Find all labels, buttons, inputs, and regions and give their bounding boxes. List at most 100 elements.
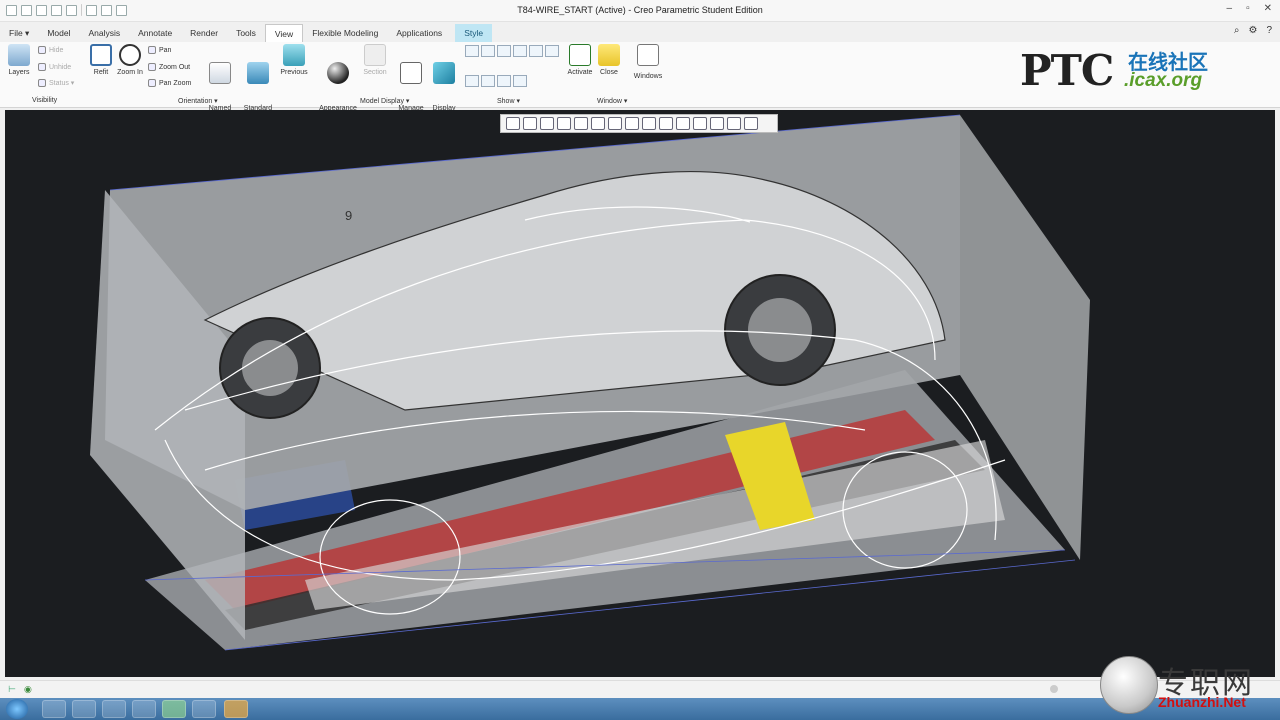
menu-bar: File ▾ Model Analysis Annotate Render To… xyxy=(0,24,1280,42)
help-icon[interactable]: ? xyxy=(1266,25,1272,36)
status-button[interactable]: Status ▾ xyxy=(38,79,74,87)
tab-model[interactable]: Model xyxy=(38,24,79,42)
activate-button[interactable]: Activate xyxy=(566,44,594,77)
point-tag-icon[interactable] xyxy=(497,75,511,87)
tab-annotate[interactable]: Annotate xyxy=(129,24,181,42)
tab-style[interactable]: Style xyxy=(455,24,493,42)
search-icon[interactable]: ⌕ xyxy=(1234,25,1240,36)
datum-display-icon[interactable] xyxy=(642,117,656,130)
taskbar-app-5[interactable] xyxy=(162,700,186,718)
spin-center-icon[interactable] xyxy=(545,45,559,57)
close-button[interactable]: Close xyxy=(596,44,622,77)
previous-label: Previous xyxy=(280,69,308,76)
status-bar: ⊢ ◉ xyxy=(0,680,1280,698)
csys-tag-icon[interactable] xyxy=(513,75,527,87)
activate-icon xyxy=(569,44,591,66)
tab-tools[interactable]: Tools xyxy=(227,24,265,42)
named-views-icon xyxy=(209,62,231,84)
spin-center-toolbar-icon[interactable] xyxy=(659,117,673,130)
view-manager-icon[interactable] xyxy=(625,117,639,130)
zoom-out-label: Zoom Out xyxy=(159,63,191,71)
close-icon[interactable]: ✕ xyxy=(1264,3,1272,14)
model-tree-toggle-icon[interactable]: ⊢ xyxy=(8,684,16,695)
settings-icon[interactable]: ⚙ xyxy=(1248,25,1257,36)
layers-toolbar-icon[interactable] xyxy=(727,117,741,130)
maximize-icon[interactable]: ▫ xyxy=(1246,3,1250,14)
close-label: Close xyxy=(600,69,618,76)
title-bar: T84-WIRE_START (Active) - Creo Parametri… xyxy=(0,0,1280,22)
watermark: 专职网 Zhuanzhi.Net xyxy=(1100,656,1280,720)
pan-zoom-icon xyxy=(148,79,156,87)
repaint-icon[interactable] xyxy=(557,117,571,130)
pan-zoom-label: Pan Zoom xyxy=(159,79,192,87)
tab-analysis[interactable]: Analysis xyxy=(79,24,129,42)
display-style-toolbar-icon[interactable] xyxy=(608,117,622,130)
ptc-logo: PTC 在线社区 .icax.org xyxy=(1020,46,1220,96)
datum-planes-icon[interactable] xyxy=(465,45,479,57)
tab-render[interactable]: Render xyxy=(181,24,227,42)
graphics-area[interactable]: 9 xyxy=(5,110,1275,677)
window-controls: – ▫ ✕ xyxy=(1227,3,1273,14)
front-rim xyxy=(748,298,812,362)
hide-button[interactable]: Hide xyxy=(38,46,63,54)
model-canvas[interactable]: 9 xyxy=(5,110,1275,677)
tab-flexible-modeling[interactable]: Flexible Modeling xyxy=(303,24,387,42)
tab-applications[interactable]: Applications xyxy=(387,24,451,42)
previous-button[interactable]: Previous xyxy=(278,44,310,77)
standard-orientation-icon xyxy=(247,62,269,84)
section-toolbar-icon[interactable] xyxy=(710,117,724,130)
status-label: Status ▾ xyxy=(49,80,75,87)
group-model-display[interactable]: Model Display ▾ xyxy=(360,97,409,105)
csys-icon[interactable] xyxy=(513,45,527,57)
axis-tag-icon[interactable] xyxy=(481,75,495,87)
hide-label: Hide xyxy=(49,46,64,54)
minimize-icon[interactable]: – xyxy=(1227,3,1233,14)
plane-tag-icon[interactable] xyxy=(465,75,479,87)
in-graphics-toolbar xyxy=(500,114,778,133)
drawing-label-nine: 9 xyxy=(345,208,352,223)
hide-icon xyxy=(38,46,46,54)
annotation-display-icon[interactable] xyxy=(529,45,543,57)
saved-orientations-icon[interactable] xyxy=(591,117,605,130)
taskbar-app-2[interactable] xyxy=(72,700,96,718)
taskbar-app-7[interactable] xyxy=(224,700,248,718)
previous-icon xyxy=(283,44,305,66)
rear-rim xyxy=(242,340,298,396)
zoom-in-button[interactable]: Zoom In xyxy=(116,44,144,77)
perspective-icon[interactable] xyxy=(574,117,588,130)
group-visibility[interactable]: Visibility xyxy=(32,97,57,104)
group-orientation[interactable]: Orientation ▾ xyxy=(178,97,218,105)
start-button[interactable] xyxy=(6,699,28,719)
taskbar-app-6[interactable] xyxy=(192,700,216,718)
datum-axes-icon[interactable] xyxy=(481,45,495,57)
tab-view[interactable]: View xyxy=(264,24,304,42)
refit-button[interactable]: Refit xyxy=(89,44,113,77)
box-view-icon[interactable] xyxy=(693,117,707,130)
annotation-toolbar-icon[interactable] xyxy=(676,117,690,130)
unhide-button[interactable]: Unhide xyxy=(38,63,71,71)
pan-zoom-button[interactable]: Pan Zoom xyxy=(148,79,191,87)
tab-file[interactable]: File ▾ xyxy=(0,24,38,42)
zoom-out-toolbar-icon[interactable] xyxy=(540,117,554,130)
unhide-icon xyxy=(38,63,46,71)
layers-label: Layers xyxy=(8,69,30,76)
taskbar-chrome[interactable] xyxy=(132,700,156,718)
windows-button[interactable]: Windows xyxy=(630,44,666,81)
logo-brand: PTC xyxy=(1020,46,1114,95)
datum-points-icon[interactable] xyxy=(497,45,511,57)
taskbar-app-1[interactable] xyxy=(42,700,66,718)
group-window[interactable]: Window ▾ xyxy=(597,97,627,105)
zoom-in-toolbar-icon[interactable] xyxy=(523,117,537,130)
refit-icon xyxy=(90,44,112,66)
zoom-out-button[interactable]: Zoom Out xyxy=(148,63,190,71)
taskbar-app-3[interactable] xyxy=(102,700,126,718)
browser-toggle-icon[interactable]: ◉ xyxy=(24,684,32,695)
model-tree-icon[interactable] xyxy=(744,117,758,130)
pan-button[interactable]: Pan xyxy=(148,46,171,54)
status-indicator-icon xyxy=(1050,685,1058,693)
refit-toolbar-icon[interactable] xyxy=(506,117,520,130)
section-button[interactable]: Section xyxy=(360,44,390,77)
layers-button[interactable]: Layers xyxy=(6,44,32,77)
group-show[interactable]: Show ▾ xyxy=(497,97,520,105)
pan-label: Pan xyxy=(159,46,172,54)
